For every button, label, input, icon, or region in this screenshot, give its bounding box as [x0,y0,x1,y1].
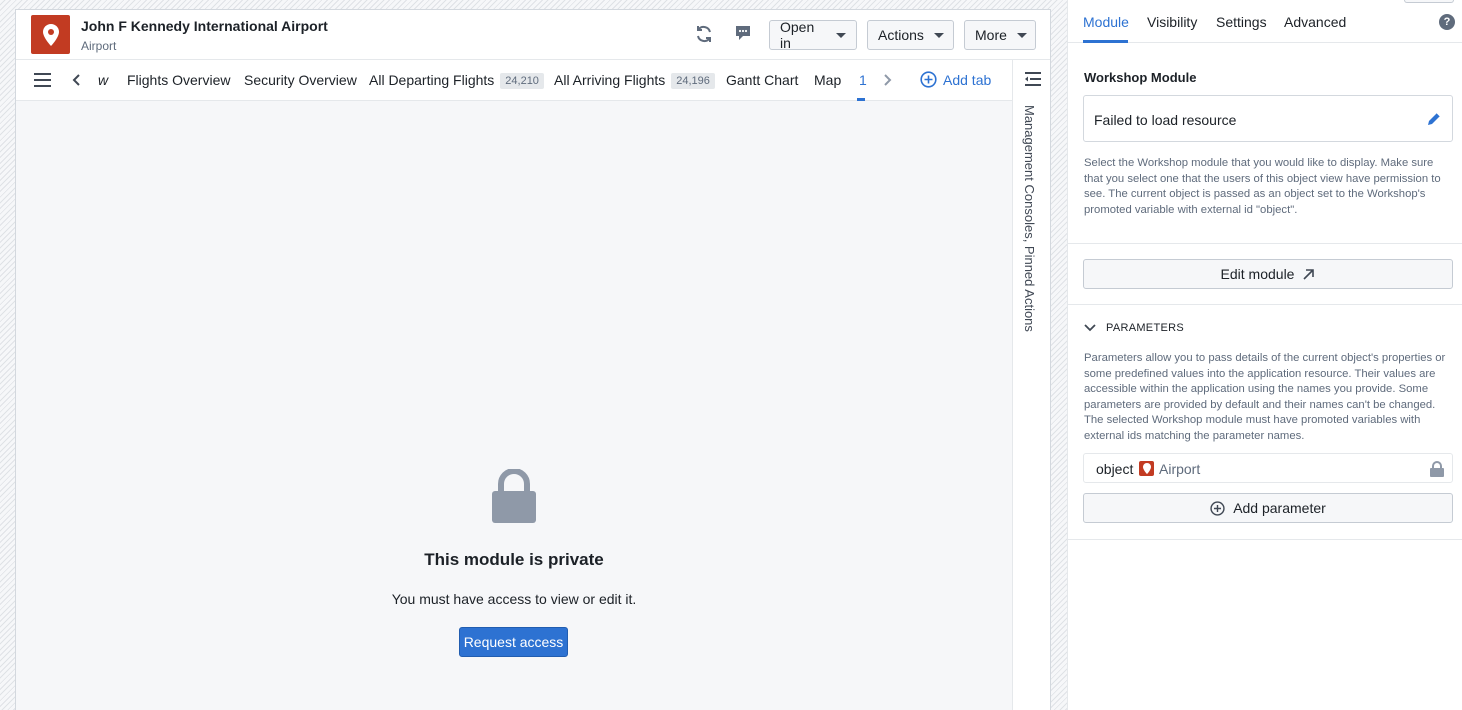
tab-label: Security Overview [244,72,357,88]
map-marker-icon [31,15,70,54]
tab-partial[interactable]: w [98,72,108,88]
tab-label: Flights Overview [127,72,231,88]
chevron-right-icon[interactable] [882,73,892,90]
add-icon [920,71,937,88]
refresh-icon[interactable] [694,24,714,44]
object-title: John F Kennedy International Airport [81,18,328,34]
workshop-module-title: Workshop Module [1084,70,1197,85]
tab-flights-overview[interactable]: Flights Overview [127,72,230,88]
caret-down-icon [933,32,944,38]
open-in-label: Open in [780,19,815,51]
map-marker-icon [1139,461,1154,476]
tab-bar: w Flights Overview Security Overview All… [16,60,1012,101]
tab-map[interactable]: Map [814,72,841,88]
tab-module[interactable]: Module [1083,14,1129,30]
tab-label: All Departing Flights [369,72,495,88]
actions-button[interactable]: Actions [867,20,954,50]
panel-tabs: Module Visibility Settings Advanced ? [1068,0,1462,43]
module-content: This module is private You must have acc… [16,101,1012,710]
resource-selector[interactable]: Failed to load resource [1083,95,1453,142]
tab-label: 1 [859,72,867,88]
more-label: More [975,27,1007,43]
private-module-message: You must have access to view or edit it. [391,591,637,607]
private-module-title: This module is private [424,550,604,569]
caret-down-icon [1016,32,1027,38]
menu-icon[interactable] [34,73,51,90]
add-parameter-label: Add parameter [1233,500,1326,516]
resource-status: Failed to load resource [1094,112,1237,128]
chevron-down-icon [1084,324,1096,332]
edit-pencil-icon[interactable] [1426,111,1442,130]
tab-settings[interactable]: Settings [1216,14,1267,30]
request-access-button[interactable]: Request access [459,627,568,657]
add-icon [1210,500,1225,516]
divider [1068,243,1462,244]
tab-gantt-chart[interactable]: Gantt Chart [726,72,798,88]
tab-all-departing-flights[interactable]: All Departing Flights 24,210 [369,72,544,89]
side-rail[interactable]: Management Consoles, Pinned Actions [1012,60,1050,710]
open-in-button[interactable]: Open in [769,19,857,51]
tab-security-overview[interactable]: Security Overview [244,72,357,88]
arrow-up-right-icon [1303,268,1315,280]
tab-advanced[interactable]: Advanced [1284,14,1346,30]
tab-count-badge: 24,196 [671,73,715,89]
tab-visibility[interactable]: Visibility [1147,14,1197,30]
edit-module-label: Edit module [1220,266,1295,282]
help-icon[interactable]: ? [1439,14,1455,30]
lock-icon [492,468,536,526]
parameters-header[interactable]: PARAMETERS [1084,322,1184,334]
more-button[interactable]: More [964,20,1036,50]
parameter-name: object [1096,461,1134,477]
parameter-row: object Airport [1083,453,1453,483]
object-type: Airport [81,39,117,53]
config-panel: Module Visibility Settings Advanced ? Wo… [1067,0,1462,710]
sidebar-toggle-icon[interactable] [1025,72,1041,89]
tab-count-badge: 24,210 [500,73,544,89]
module-description: Select the Workshop module that you woul… [1084,157,1441,216]
add-parameter-button[interactable]: Add parameter [1083,493,1453,523]
tab-label: All Arriving Flights [554,72,666,88]
object-view-card: John F Kennedy International Airport Air… [15,9,1051,710]
actions-label: Actions [878,27,924,43]
add-tab-label: Add tab [943,71,992,88]
divider [1068,304,1462,305]
chevron-left-icon[interactable] [72,73,82,90]
side-rail-label: Management Consoles, Pinned Actions [1022,105,1037,332]
parameter-type: Airport [1159,461,1201,477]
tab-all-arriving-flights[interactable]: All Arriving Flights 24,196 [554,72,715,89]
parameters-description: Parameters allow you to pass details of … [1084,352,1446,442]
tab-label: Gantt Chart [726,72,799,88]
object-header: John F Kennedy International Airport Air… [16,10,1050,60]
tab-1[interactable]: 1 [859,72,867,88]
parameters-title: PARAMETERS [1106,322,1184,334]
divider [1068,539,1462,540]
comment-icon[interactable] [734,24,754,44]
edit-module-button[interactable]: Edit module [1083,259,1453,289]
caret-down-icon [836,32,846,38]
lock-icon [1430,461,1444,480]
add-tab-button[interactable]: Add tab [920,71,991,88]
active-tab-indicator [1083,40,1128,43]
tab-label: Map [814,72,842,88]
